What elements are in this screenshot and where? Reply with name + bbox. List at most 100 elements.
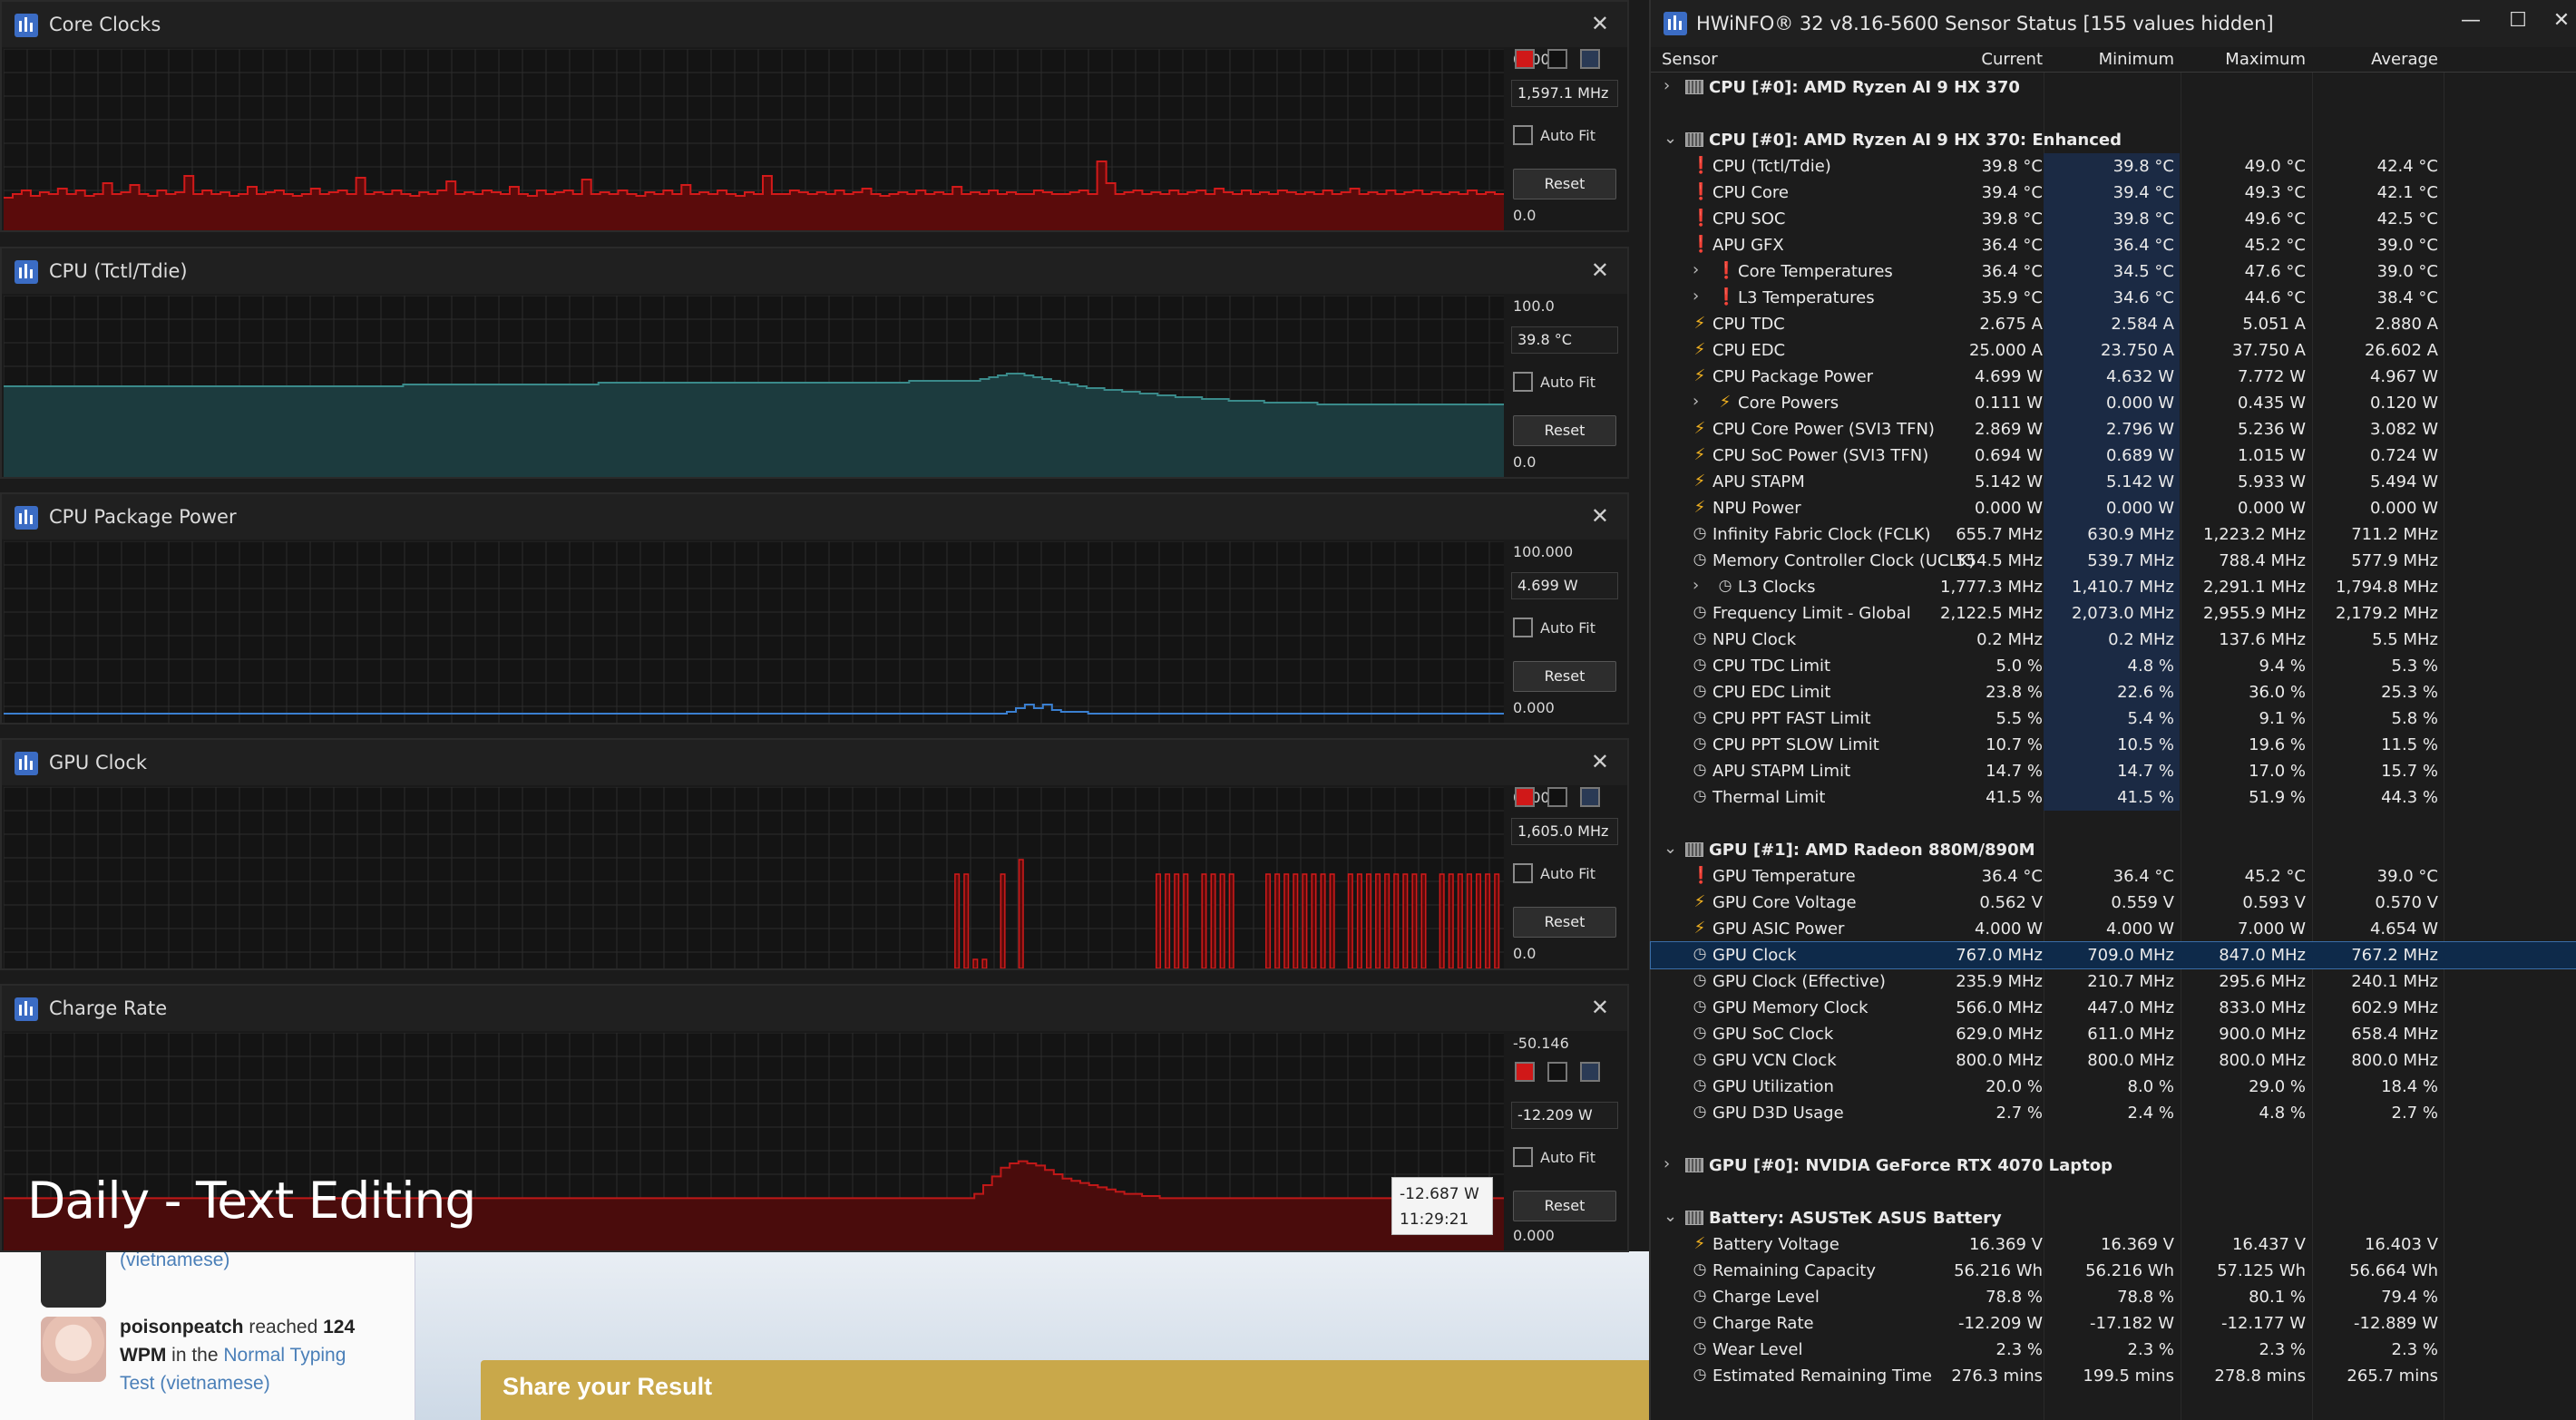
- auto-fit-checkbox[interactable]: [1513, 863, 1533, 883]
- graph-window[interactable]: Core Clocks ✕ 0000.0 1,597.1 MHz Auto Fit Res…: [0, 0, 1629, 232]
- auto-fit-checkbox[interactable]: [1513, 125, 1533, 145]
- sensor-row[interactable]: ◷ Remaining Capacity 56.216 Wh 56.216 Wh 57.…: [1651, 1258, 2576, 1284]
- close-icon[interactable]: ✕: [1591, 11, 1609, 36]
- graph-window[interactable]: CPU (Tctl/Tdie) ✕ 100.0 39.8 °C Auto Fit Rese…: [0, 247, 1629, 479]
- sensor-row[interactable]: ◷ GPU D3D Usage 2.7 % 2.4 % 4.8 % 2.7 %: [1651, 1100, 2576, 1126]
- reset-button[interactable]: Reset: [1513, 415, 1616, 446]
- graph-titlebar[interactable]: CPU (Tctl/Tdie) ✕: [2, 248, 1627, 294]
- sensor-row[interactable]: ◷ Thermal Limit 41.5 % 41.5 % 51.9 % 44.3 %: [1651, 784, 2576, 811]
- col-average[interactable]: Average: [2371, 50, 2438, 69]
- expand-chevron-icon[interactable]: ⌄: [1664, 129, 1677, 148]
- sensor-row[interactable]: ◷ CPU TDC Limit 5.0 % 4.8 % 9.4 % 5.3 %: [1651, 653, 2576, 679]
- sensor-row[interactable]: ⚡ GPU ASIC Power 4.000 W 4.000 W 7.000 W 4.65…: [1651, 916, 2576, 942]
- sensor-row[interactable]: ◷ GPU VCN Clock 800.0 MHz 800.0 MHz 800.0 MH…: [1651, 1047, 2576, 1074]
- color-swatch-blue[interactable]: [1580, 1062, 1600, 1082]
- expand-chevron-icon[interactable]: ⌄: [1664, 1207, 1677, 1226]
- feed-link[interactable]: Normal Typing: [223, 1345, 346, 1366]
- sensor-row[interactable]: ⚡ CPU EDC 25.000 A 23.750 A 37.750 A 26.602 A: [1651, 337, 2576, 364]
- color-swatch-blue[interactable]: [1580, 787, 1600, 807]
- sensor-row[interactable]: ◷ GPU Clock (Effective) 235.9 MHz 210.7 MHz…: [1651, 968, 2576, 995]
- graph-window[interactable]: CPU Package Power ✕ 100.000 4.699 W Auto Fit…: [0, 492, 1629, 725]
- expand-chevron-icon[interactable]: ›: [1693, 392, 1699, 411]
- reset-button[interactable]: Reset: [1513, 661, 1616, 692]
- sensor-row[interactable]: ⚡ CPU SoC Power (SVI3 TFN) 0.694 W 0.689 W 1…: [1651, 443, 2576, 469]
- maximize-button[interactable]: ☐: [2500, 9, 2536, 32]
- expand-chevron-icon[interactable]: ›: [1664, 1154, 1670, 1173]
- window-titlebar[interactable]: HWiNFO® 32 v8.16-5600 Sensor Status [155…: [1651, 0, 2576, 47]
- sensor-row[interactable]: ❗ APU GFX 36.4 °C 36.4 °C 45.2 °C 39.0 °C: [1651, 232, 2576, 258]
- share-result-banner[interactable]: Share your Result: [481, 1360, 1732, 1420]
- sensor-row[interactable]: › ◷ L3 Clocks 1,777.3 MHz 1,410.7 MHz 2,291.1…: [1651, 574, 2576, 600]
- expand-chevron-icon[interactable]: ⌄: [1664, 839, 1677, 858]
- close-icon[interactable]: ✕: [1591, 503, 1609, 529]
- sensor-row[interactable]: ❗ GPU Temperature 36.4 °C 36.4 °C 45.2 °C 39.…: [1651, 863, 2576, 890]
- sensor-row[interactable]: › ❗ Core Temperatures 36.4 °C 34.5 °C 47.6 °C…: [1651, 258, 2576, 285]
- close-icon[interactable]: ✕: [1591, 749, 1609, 774]
- expand-chevron-icon[interactable]: ›: [1693, 576, 1699, 595]
- sensor-group[interactable]: › GPU [#0]: NVIDIA GeForce RTX 4070 Lapto…: [1651, 1153, 2576, 1179]
- sensor-row[interactable]: ◷ Frequency Limit - Global 2,122.5 MHz 2,07…: [1651, 600, 2576, 627]
- graph-titlebar[interactable]: Core Clocks ✕: [2, 2, 1627, 47]
- sensor-row[interactable]: ⚡ CPU TDC 2.675 A 2.584 A 5.051 A 2.880 A: [1651, 311, 2576, 337]
- color-swatch-red[interactable]: [1515, 1062, 1535, 1082]
- sensor-row[interactable]: ◷ CPU EDC Limit 23.8 % 22.6 % 36.0 % 25.3 %: [1651, 679, 2576, 705]
- graph-titlebar[interactable]: GPU Clock ✕: [2, 740, 1627, 785]
- sensor-row[interactable]: ⚡ NPU Power 0.000 W 0.000 W 0.000 W 0.000 W: [1651, 495, 2576, 521]
- auto-fit-toggle[interactable]: Auto Fit: [1513, 372, 1595, 392]
- auto-fit-checkbox[interactable]: [1513, 372, 1533, 392]
- graph-window[interactable]: GPU Clock ✕ 0000.0 1,605.0 MHz Auto Fit Reset…: [0, 738, 1629, 970]
- sensor-row[interactable]: ⚡ Battery Voltage 16.369 V 16.369 V 16.437 V…: [1651, 1231, 2576, 1258]
- sensor-group[interactable]: ⌄ Battery: ASUSTeK ASUS Battery: [1651, 1205, 2576, 1231]
- sensor-row[interactable]: ❗ CPU (Tctl/Tdie) 39.8 °C 39.8 °C 49.0 °C 42.…: [1651, 153, 2576, 180]
- auto-fit-checkbox[interactable]: [1513, 618, 1533, 637]
- sensor-row[interactable]: ◷ CPU PPT SLOW Limit 10.7 % 10.5 % 19.6 % 11.…: [1651, 732, 2576, 758]
- sensor-row[interactable]: ⚡ CPU Package Power 4.699 W 4.632 W 7.772 W 4…: [1651, 364, 2576, 390]
- graph-titlebar[interactable]: Charge Rate ✕: [2, 986, 1627, 1031]
- color-swatch-red[interactable]: [1515, 49, 1535, 69]
- auto-fit-checkbox[interactable]: [1513, 1147, 1533, 1167]
- graph-titlebar[interactable]: CPU Package Power ✕: [2, 494, 1627, 540]
- expand-chevron-icon[interactable]: ›: [1693, 287, 1699, 306]
- color-swatch-black[interactable]: [1547, 1062, 1567, 1082]
- feed-username[interactable]: poisonpeatch: [120, 1317, 244, 1337]
- sensor-row[interactable]: ◷ Charge Level 78.8 % 78.8 % 80.1 % 79.4 %: [1651, 1284, 2576, 1310]
- close-button[interactable]: ✕: [2543, 9, 2576, 32]
- sensor-group[interactable]: ⌄ GPU [#1]: AMD Radeon 880M/890M: [1651, 837, 2576, 863]
- close-icon[interactable]: ✕: [1591, 995, 1609, 1020]
- sensor-row[interactable]: ⚡ APU STAPM 5.142 W 5.142 W 5.933 W 5.494 W: [1651, 469, 2576, 495]
- minimize-button[interactable]: —: [2453, 9, 2489, 32]
- feed-link[interactable]: Test (vietnamese): [120, 1373, 270, 1394]
- color-swatch-black[interactable]: [1547, 787, 1567, 807]
- sensor-row[interactable]: ◷ GPU Clock 767.0 MHz 709.0 MHz 847.0 MHz 767…: [1650, 941, 2576, 969]
- col-sensor[interactable]: Sensor: [1662, 50, 1718, 69]
- sensor-row[interactable]: › ❗ L3 Temperatures 35.9 °C 34.6 °C 44.6 °C 38…: [1651, 285, 2576, 311]
- reset-button[interactable]: Reset: [1513, 169, 1616, 199]
- sensor-row[interactable]: ◷ NPU Clock 0.2 MHz 0.2 MHz 137.6 MHz 5.5 MHz: [1651, 627, 2576, 653]
- color-swatch-red[interactable]: [1515, 787, 1535, 807]
- expand-chevron-icon[interactable]: ›: [1693, 260, 1699, 279]
- sensor-row[interactable]: ◷ Charge Rate -12.209 W -17.182 W -12.177 W -…: [1651, 1310, 2576, 1337]
- col-current[interactable]: Current: [1981, 50, 2043, 69]
- sensor-row[interactable]: ◷ CPU PPT FAST Limit 5.5 % 5.4 % 9.1 % 5.8 %: [1651, 705, 2576, 732]
- sensor-row[interactable]: ◷ Memory Controller Clock (UCLK) 554.5 MHz…: [1651, 548, 2576, 574]
- sensor-row[interactable]: ⚡ CPU Core Power (SVI3 TFN) 2.869 W 2.796 W…: [1651, 416, 2576, 443]
- col-minimum[interactable]: Minimum: [2099, 50, 2174, 69]
- col-maximum[interactable]: Maximum: [2225, 50, 2306, 69]
- expand-chevron-icon[interactable]: ›: [1664, 76, 1670, 95]
- auto-fit-toggle[interactable]: Auto Fit: [1513, 1147, 1595, 1167]
- sensor-group[interactable]: › CPU [#0]: AMD Ryzen AI 9 HX 370: [1651, 74, 2576, 101]
- feed-link[interactable]: (vietnamese): [120, 1250, 229, 1270]
- color-swatch-black[interactable]: [1547, 49, 1567, 69]
- auto-fit-toggle[interactable]: Auto Fit: [1513, 863, 1595, 883]
- sensor-row[interactable]: ◷ Infinity Fabric Clock (FCLK) 655.7 MHz 63…: [1651, 521, 2576, 548]
- reset-button[interactable]: Reset: [1513, 1191, 1616, 1221]
- sensor-row[interactable]: ◷ GPU Memory Clock 566.0 MHz 447.0 MHz 833.0…: [1651, 995, 2576, 1021]
- sensor-row[interactable]: ❗ CPU Core 39.4 °C 39.4 °C 49.3 °C 42.1 °C: [1651, 180, 2576, 206]
- reset-button[interactable]: Reset: [1513, 907, 1616, 938]
- sensor-row[interactable]: ◷ Wear Level 2.3 % 2.3 % 2.3 % 2.3 %: [1651, 1337, 2576, 1363]
- close-icon[interactable]: ✕: [1591, 258, 1609, 283]
- sensor-row[interactable]: ⚡ GPU Core Voltage 0.562 V 0.559 V 0.593 V 0.…: [1651, 890, 2576, 916]
- sensor-row[interactable]: ◷ GPU SoC Clock 629.0 MHz 611.0 MHz 900.0 MH…: [1651, 1021, 2576, 1047]
- auto-fit-toggle[interactable]: Auto Fit: [1513, 125, 1595, 145]
- sensor-row[interactable]: › ⚡ Core Powers 0.111 W 0.000 W 0.435 W 0.120 …: [1651, 390, 2576, 416]
